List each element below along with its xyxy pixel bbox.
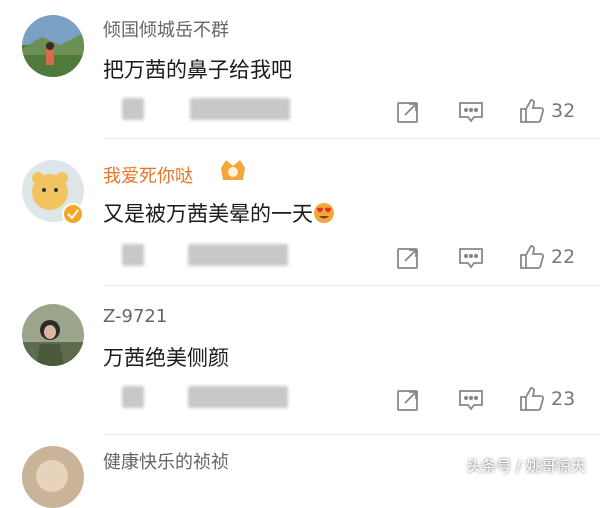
share-button[interactable] — [396, 246, 420, 270]
reply-button[interactable] — [458, 246, 484, 270]
blurred-meta — [190, 98, 290, 120]
comment-icon — [459, 102, 483, 123]
like-icon — [520, 99, 545, 123]
like-button[interactable]: 32 — [519, 98, 575, 124]
divider — [103, 138, 600, 139]
like-button[interactable]: 22 — [519, 244, 575, 270]
vip-crown-icon — [218, 156, 248, 188]
comment-icon — [459, 248, 483, 269]
username[interactable]: 健康快乐的祯祯 — [103, 448, 229, 474]
divider — [103, 434, 600, 435]
comment-item: 倾国倾城岳不群 把万茜的鼻子给我吧 32 — [0, 0, 600, 140]
heart-eyes-emoji-icon — [313, 202, 335, 229]
username[interactable]: 倾国倾城岳不群 — [103, 16, 229, 42]
share-button[interactable] — [396, 100, 420, 124]
username[interactable]: 我爱死你哒 — [103, 162, 193, 188]
comment-icon — [459, 390, 483, 411]
blurred-meta — [188, 386, 288, 408]
like-count: 22 — [551, 246, 576, 268]
like-count: 23 — [551, 388, 576, 410]
reply-button[interactable] — [458, 388, 484, 412]
blurred-meta — [188, 244, 288, 266]
watermark: 头条号 / 姚哥惊天 — [466, 457, 586, 475]
share-icon — [397, 102, 418, 123]
like-icon — [520, 245, 545, 269]
share-icon — [397, 248, 418, 269]
avatar[interactable] — [22, 446, 84, 508]
like-button[interactable]: 23 — [519, 386, 575, 412]
comment-text: 把万茜的鼻子给我吧 — [103, 58, 292, 82]
verified-badge — [62, 203, 84, 225]
username[interactable]: Z-9721 — [103, 306, 167, 327]
avatar[interactable] — [22, 15, 84, 77]
like-count: 32 — [551, 100, 576, 122]
blurred-meta — [122, 244, 144, 266]
share-button[interactable] — [396, 388, 420, 412]
reply-button[interactable] — [458, 100, 484, 124]
share-icon — [397, 390, 418, 411]
like-icon — [520, 387, 545, 411]
blurred-meta — [122, 386, 144, 408]
avatar[interactable] — [22, 304, 84, 366]
comment-text: 万茜绝美侧颜 — [103, 346, 229, 370]
comment-item: 我爱死你哒 又是被万茜美晕的一天 22 — [0, 140, 600, 286]
blurred-meta — [122, 98, 144, 120]
comment-item: Z-9721 万茜绝美侧颜 23 — [0, 286, 600, 435]
comment-text: 又是被万茜美晕的一天 — [103, 198, 335, 229]
